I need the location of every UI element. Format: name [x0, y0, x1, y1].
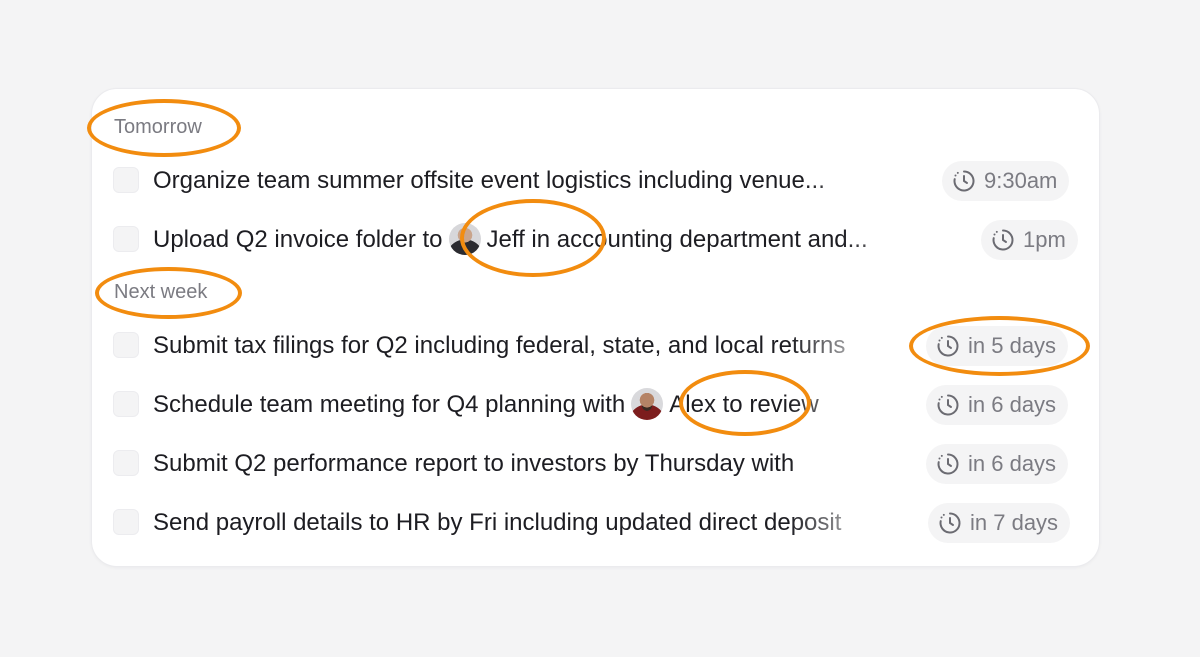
avatar — [631, 387, 664, 420]
clock-icon — [953, 170, 975, 192]
clock-icon — [937, 335, 959, 357]
due-time-chip[interactable]: in 7 days — [928, 503, 1071, 543]
mention-name[interactable]: Jeff — [487, 226, 525, 253]
due-time-chip[interactable]: in 6 days — [926, 385, 1069, 425]
task-title: Submit Q2 performance report to investor… — [153, 450, 795, 477]
task-text-after: to review — [722, 391, 819, 418]
task-text-after: in accounting department and... — [531, 226, 868, 253]
mention-name[interactable]: Alex — [669, 391, 716, 418]
due-time-label: 1pm — [1023, 227, 1066, 252]
task-row[interactable]: Upload Q2 invoice folder to Jeff in accou… — [92, 218, 1101, 262]
due-time-chip[interactable]: in 6 days — [926, 444, 1069, 484]
task-checkbox[interactable] — [113, 226, 139, 252]
task-title: Submit tax filings for Q2 including fede… — [153, 332, 846, 359]
task-title: Send payroll details to HR by Fri includ… — [153, 509, 842, 536]
task-title: Organize team summer offsite event logis… — [153, 167, 825, 194]
due-time-chip[interactable]: 9:30am — [942, 161, 1070, 201]
task-checkbox[interactable] — [113, 391, 139, 417]
task-row[interactable]: Submit tax filings for Q2 including fede… — [92, 324, 1101, 368]
clock-icon — [937, 394, 959, 416]
due-time-label: in 6 days — [968, 392, 1057, 417]
due-time-chip[interactable]: in 5 days — [926, 326, 1069, 366]
task-checkbox[interactable] — [113, 450, 139, 476]
task-text-before: Schedule team meeting for Q4 planning wi… — [153, 391, 626, 418]
clock-icon — [939, 512, 961, 534]
task-row[interactable]: Submit Q2 performance report to investor… — [92, 442, 1101, 486]
task-title: Schedule team meeting for Q4 planning wi… — [153, 383, 893, 427]
avatar — [448, 222, 481, 255]
task-checkbox[interactable] — [113, 509, 139, 535]
task-row[interactable]: Send payroll details to HR by Fri includ… — [92, 501, 1101, 545]
task-title: Upload Q2 invoice folder to Jeff in accou… — [153, 218, 953, 262]
section-label-next-week: Next week — [114, 281, 208, 303]
section-label-tomorrow: Tomorrow — [114, 116, 202, 138]
due-time-label: 9:30am — [984, 168, 1058, 193]
task-row[interactable]: Schedule team meeting for Q4 planning wi… — [92, 383, 1101, 427]
task-checkbox[interactable] — [113, 167, 139, 193]
due-time-label: in 7 days — [970, 510, 1059, 535]
task-text-before: Upload Q2 invoice folder to — [153, 226, 443, 253]
due-time-chip[interactable]: 1pm — [981, 220, 1078, 260]
task-row[interactable]: Organize team summer offsite event logis… — [92, 159, 1101, 203]
due-time-label: in 6 days — [968, 451, 1057, 476]
task-list-card: Tomorrow Organize team summer offsite ev… — [91, 88, 1100, 567]
due-time-label: in 5 days — [968, 333, 1057, 358]
clock-icon — [992, 229, 1014, 251]
task-checkbox[interactable] — [113, 332, 139, 358]
clock-icon — [937, 453, 959, 475]
